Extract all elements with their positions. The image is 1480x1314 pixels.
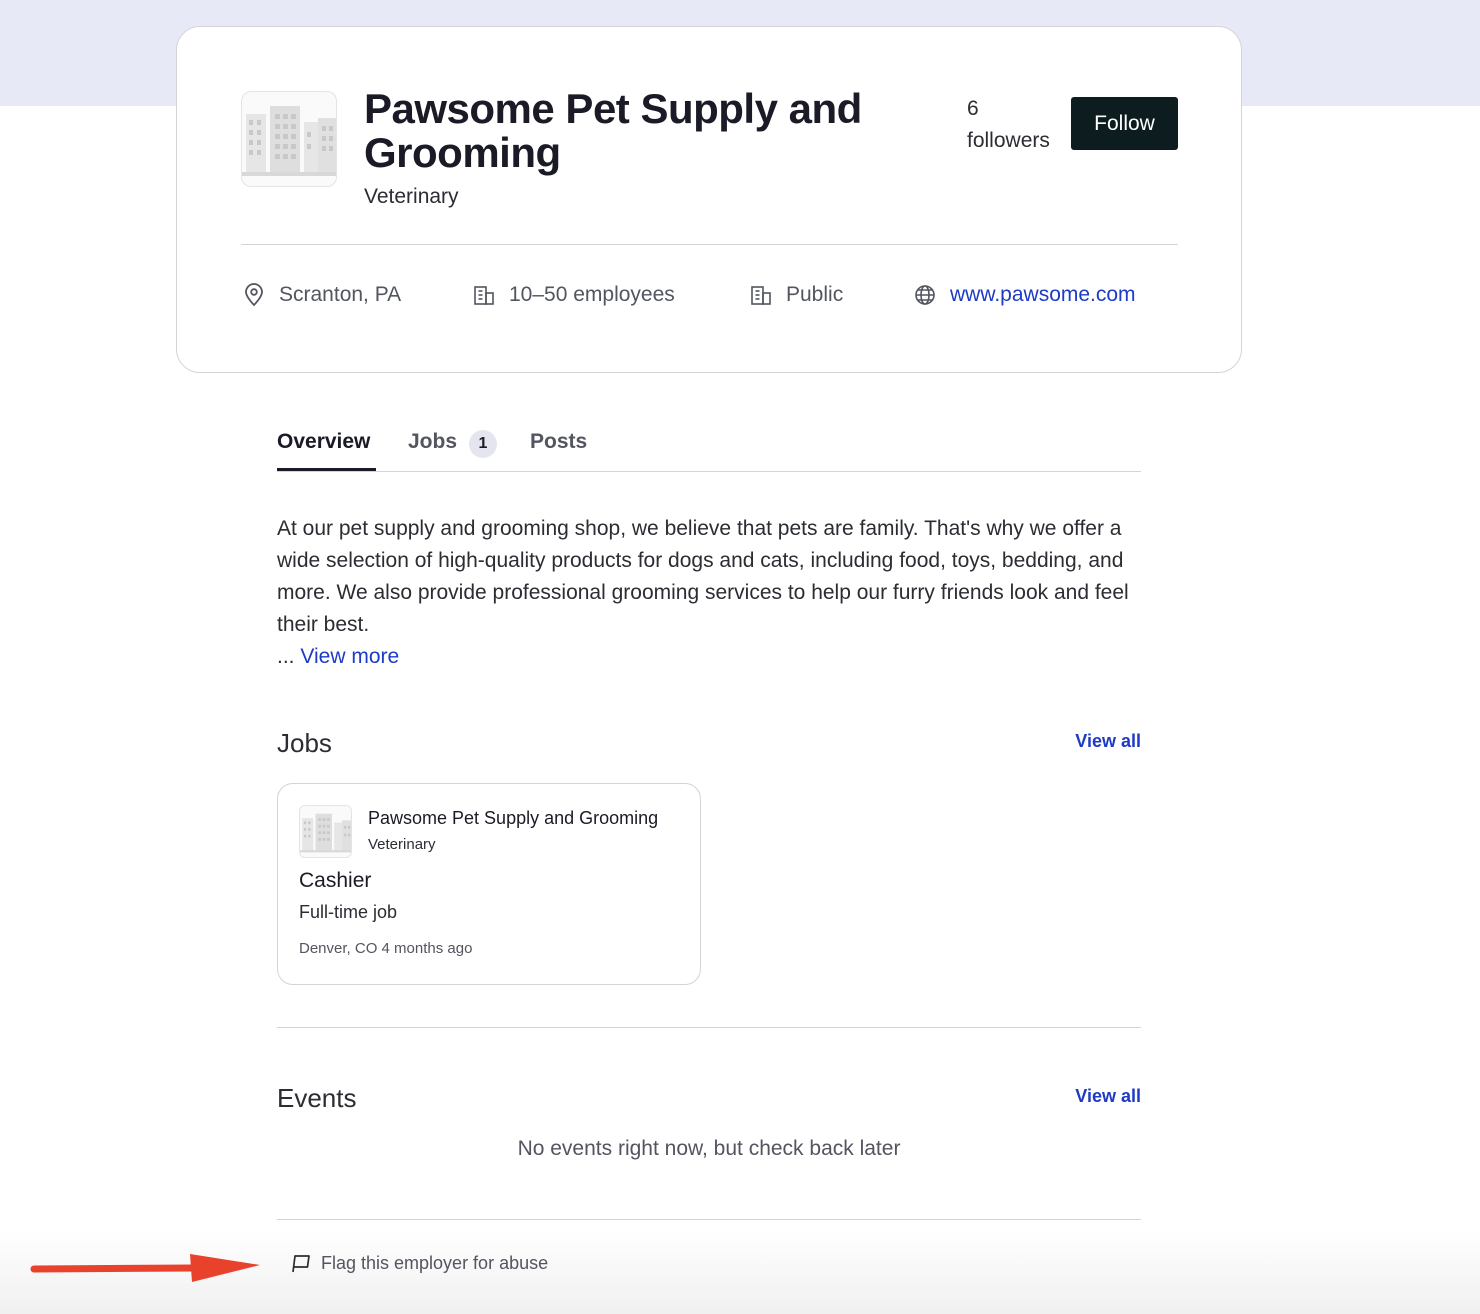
view-more-row: ... View more [277, 641, 399, 673]
job-type: Full-time job [299, 902, 398, 922]
jobs-section-title: Jobs [277, 728, 332, 758]
ellipsis: ... [277, 645, 295, 668]
flag-employer-link[interactable]: Flag this employer for abuse [290, 1252, 548, 1274]
followers-number: 6 [967, 97, 979, 120]
website-link[interactable]: www.pawsome.com [950, 283, 1136, 307]
tab-posts[interactable]: Posts [530, 430, 587, 454]
company-logo [241, 91, 337, 187]
company-name: Pawsome Pet Supply and Grooming [364, 85, 862, 176]
followers-label: followers [967, 129, 1050, 152]
followers-count: 6 followers [967, 93, 1067, 157]
events-section-title: Events [277, 1083, 357, 1113]
company-header-card: Pawsome Pet Supply and Grooming Veterina… [176, 26, 1242, 373]
active-tab-indicator [277, 468, 376, 471]
company-size: 10–50 employees [473, 280, 675, 310]
building-icon [751, 286, 771, 305]
job-company-industry: Veterinary [368, 836, 436, 853]
jobs-count-badge: 1 [469, 430, 497, 458]
globe-icon [915, 285, 935, 305]
job-title[interactable]: Cashier [299, 869, 371, 893]
tab-jobs[interactable]: Jobs [408, 430, 457, 454]
job-card[interactable]: Pawsome Pet Supply and Grooming Veterina… [277, 783, 701, 985]
location-text: Scranton, PA [279, 283, 402, 306]
company-description: At our pet supply and grooming shop, we … [277, 517, 1129, 636]
events-view-all-link[interactable]: View all [1075, 1086, 1141, 1107]
building-icon [474, 286, 494, 305]
company-website: www.pawsome.com [914, 280, 1136, 310]
job-company-name: Pawsome Pet Supply and Grooming [368, 808, 659, 828]
follow-button[interactable]: Follow [1071, 97, 1178, 150]
jobs-view-all-link[interactable]: View all [1075, 731, 1141, 752]
job-posted-date: 4 months ago [381, 940, 473, 957]
company-type: Public [750, 280, 843, 310]
header-divider [241, 244, 1178, 245]
company-location: Scranton, PA [243, 280, 401, 310]
section-divider [277, 1027, 1141, 1028]
map-pin-icon [245, 283, 263, 307]
company-industry: Veterinary [364, 185, 459, 208]
type-text: Public [786, 283, 844, 306]
section-divider [277, 1219, 1141, 1220]
tab-overview[interactable]: Overview [277, 430, 370, 454]
job-meta: Denver, CO 4 months ago [299, 940, 472, 957]
flag-label: Flag this employer for abuse [321, 1252, 549, 1273]
job-location: Denver, CO [299, 940, 378, 957]
profile-tabs: Overview Jobs 1 Posts [277, 424, 1141, 472]
flag-icon [292, 1255, 310, 1273]
events-empty-message: No events right now, but check back late… [517, 1137, 901, 1160]
size-text: 10–50 employees [509, 283, 675, 306]
view-more-link[interactable]: View more [300, 645, 399, 668]
annotation-arrow [30, 1254, 260, 1282]
job-company-logo [299, 805, 352, 858]
